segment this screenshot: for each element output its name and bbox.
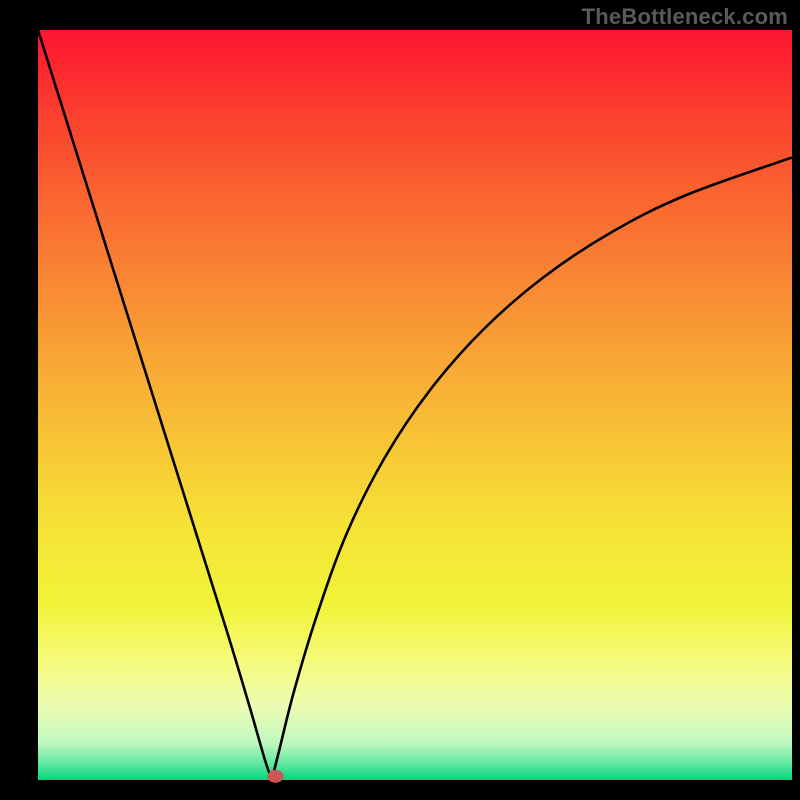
chart-frame: TheBottleneck.com (0, 0, 800, 800)
optimal-point-marker (268, 770, 284, 783)
bottleneck-chart (0, 0, 800, 800)
plot-background (38, 30, 792, 780)
watermark-label: TheBottleneck.com (582, 4, 788, 30)
